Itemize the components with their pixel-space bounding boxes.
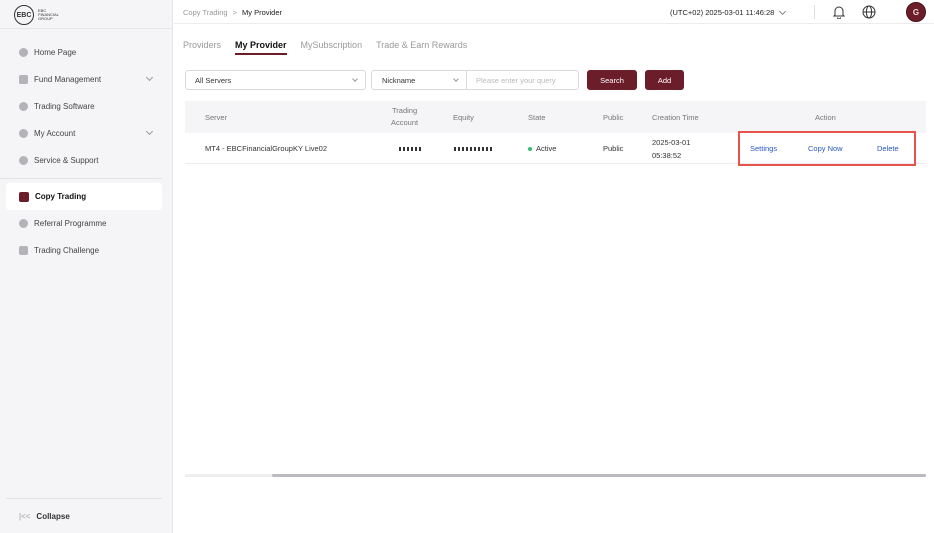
creation-date: 2025-03-01 — [652, 137, 691, 147]
chevron-down-icon — [145, 73, 154, 82]
search-input[interactable] — [467, 71, 578, 89]
sidebar-item-label: Service & Support — [34, 156, 99, 165]
timezone-selector[interactable]: (UTC+02) 2025-03-01 11:46:28 — [670, 7, 787, 17]
column-header-trading-account: Trading Account — [391, 101, 418, 133]
sidebar-item-label: Fund Management — [34, 75, 102, 84]
logo-text: EBC FINANCIAL GROUP — [38, 9, 59, 21]
provider-table: Server Trading Account Equity State Publ… — [185, 101, 926, 166]
column-header-state: State — [528, 112, 546, 122]
user-icon — [19, 129, 28, 138]
column-header-public: Public — [603, 112, 624, 122]
divider — [814, 5, 815, 19]
avatar[interactable]: G — [906, 2, 926, 22]
table-row: MT4 - EBCFinancialGroupKY Live02 Active … — [185, 131, 926, 166]
breadcrumb-separator: > — [232, 8, 237, 17]
trophy-icon — [19, 246, 28, 255]
column-header-creation-time: Creation Time — [652, 112, 699, 122]
tab-trade-earn-rewards[interactable]: Trade & Earn Rewards — [376, 40, 467, 55]
sidebar-item-copy-trading[interactable]: Copy Trading — [6, 183, 162, 210]
logo-mark: EBC — [14, 5, 34, 25]
creation-time: 05:38:52 — [652, 150, 682, 160]
tab-my-subscription[interactable]: MySubscription — [301, 40, 363, 55]
collapse-button[interactable]: |<< Collapse — [19, 512, 70, 521]
globe-icon[interactable] — [862, 5, 876, 19]
sidebar-item-fund-management[interactable]: Fund Management — [6, 66, 162, 93]
search-button[interactable]: Search — [587, 70, 637, 90]
breadcrumb-parent[interactable]: Copy Trading — [183, 8, 228, 17]
sidebar-item-label: Trading Challenge — [34, 246, 100, 255]
sidebar-item-service-support[interactable]: Service & Support — [6, 147, 162, 174]
breadcrumb: Copy Trading > My Provider — [183, 8, 282, 17]
cell-server: MT4 - EBCFinancialGroupKY Live02 — [205, 144, 327, 153]
column-header-action: Action — [815, 112, 836, 122]
collapse-label: Collapse — [36, 512, 70, 521]
query-group: Nickname — [371, 70, 579, 90]
divider — [6, 498, 162, 499]
field-select-value: Nickname — [382, 75, 416, 85]
masked-value — [399, 146, 421, 151]
cell-state: Active — [528, 133, 556, 164]
divider — [0, 28, 173, 29]
chevron-down-icon — [352, 76, 358, 82]
wallet-icon — [19, 75, 28, 84]
copy-now-link[interactable]: Copy Now — [808, 133, 843, 164]
brand-logo[interactable]: EBC EBC FINANCIAL GROUP — [14, 5, 59, 25]
logo-line-3: GROUP — [38, 16, 53, 21]
sidebar: EBC EBC FINANCIAL GROUP Home Page Fund M… — [0, 0, 173, 533]
settings-link[interactable]: Settings — [750, 133, 777, 164]
sidebar-nav: Home Page Fund Management Trading Softwa… — [0, 39, 162, 264]
chevron-down-icon — [145, 127, 154, 136]
top-bar: Copy Trading > My Provider (UTC+02) 2025… — [174, 0, 934, 24]
referral-icon — [19, 219, 28, 228]
cell-creation-time: 2025-03-01 05:38:52 — [652, 133, 690, 164]
add-button[interactable]: Add — [645, 70, 684, 90]
breadcrumb-current: My Provider — [242, 8, 283, 17]
sidebar-item-home-page[interactable]: Home Page — [6, 39, 162, 66]
server-select[interactable]: All Servers — [185, 70, 366, 90]
masked-value — [454, 146, 492, 151]
cell-public: Public — [603, 144, 624, 153]
software-icon — [19, 102, 28, 111]
sidebar-item-label: Copy Trading — [35, 192, 87, 201]
status-dot — [528, 146, 532, 151]
column-header-server: Server — [205, 112, 228, 122]
sidebar-item-my-account[interactable]: My Account — [6, 120, 162, 147]
column-header-equity: Equity — [453, 112, 474, 122]
delete-link[interactable]: Delete — [877, 133, 899, 164]
sidebar-item-referral-programme[interactable]: Referral Programme — [6, 210, 162, 237]
cell-equity — [454, 133, 492, 164]
status-text: Active — [536, 144, 557, 153]
field-select[interactable]: Nickname — [372, 71, 467, 89]
scrollbar-thumb[interactable] — [272, 474, 926, 477]
collapse-icon: |<< — [19, 512, 31, 521]
tab-providers[interactable]: Providers — [183, 40, 221, 55]
home-icon — [19, 48, 28, 57]
tab-my-provider[interactable]: My Provider — [235, 40, 287, 55]
sidebar-item-trading-software[interactable]: Trading Software — [6, 93, 162, 120]
sidebar-item-label: Referral Programme — [34, 219, 107, 228]
horizontal-scrollbar[interactable] — [185, 474, 926, 477]
column-header-line: Trading — [391, 106, 418, 115]
copy-trading-icon — [19, 191, 29, 202]
sidebar-item-label: My Account — [34, 129, 76, 138]
server-clock: (UTC+02) 2025-03-01 11:46:28 — [670, 8, 775, 17]
sidebar-item-label: Trading Software — [34, 102, 95, 111]
chevron-down-icon — [779, 7, 787, 15]
table-header: Server Trading Account Equity State Publ… — [185, 101, 926, 133]
divider — [0, 178, 162, 179]
support-icon — [19, 156, 28, 165]
chevron-down-icon — [453, 76, 459, 82]
sidebar-item-trading-challenge[interactable]: Trading Challenge — [6, 237, 162, 264]
bell-icon[interactable] — [832, 5, 846, 19]
column-header-line: Account — [391, 118, 419, 127]
sidebar-item-label: Home Page — [34, 48, 77, 57]
cell-trading-account — [399, 133, 421, 164]
tab-bar: Providers My Provider MySubscription Tra… — [183, 40, 467, 55]
server-select-value: All Servers — [195, 75, 232, 85]
